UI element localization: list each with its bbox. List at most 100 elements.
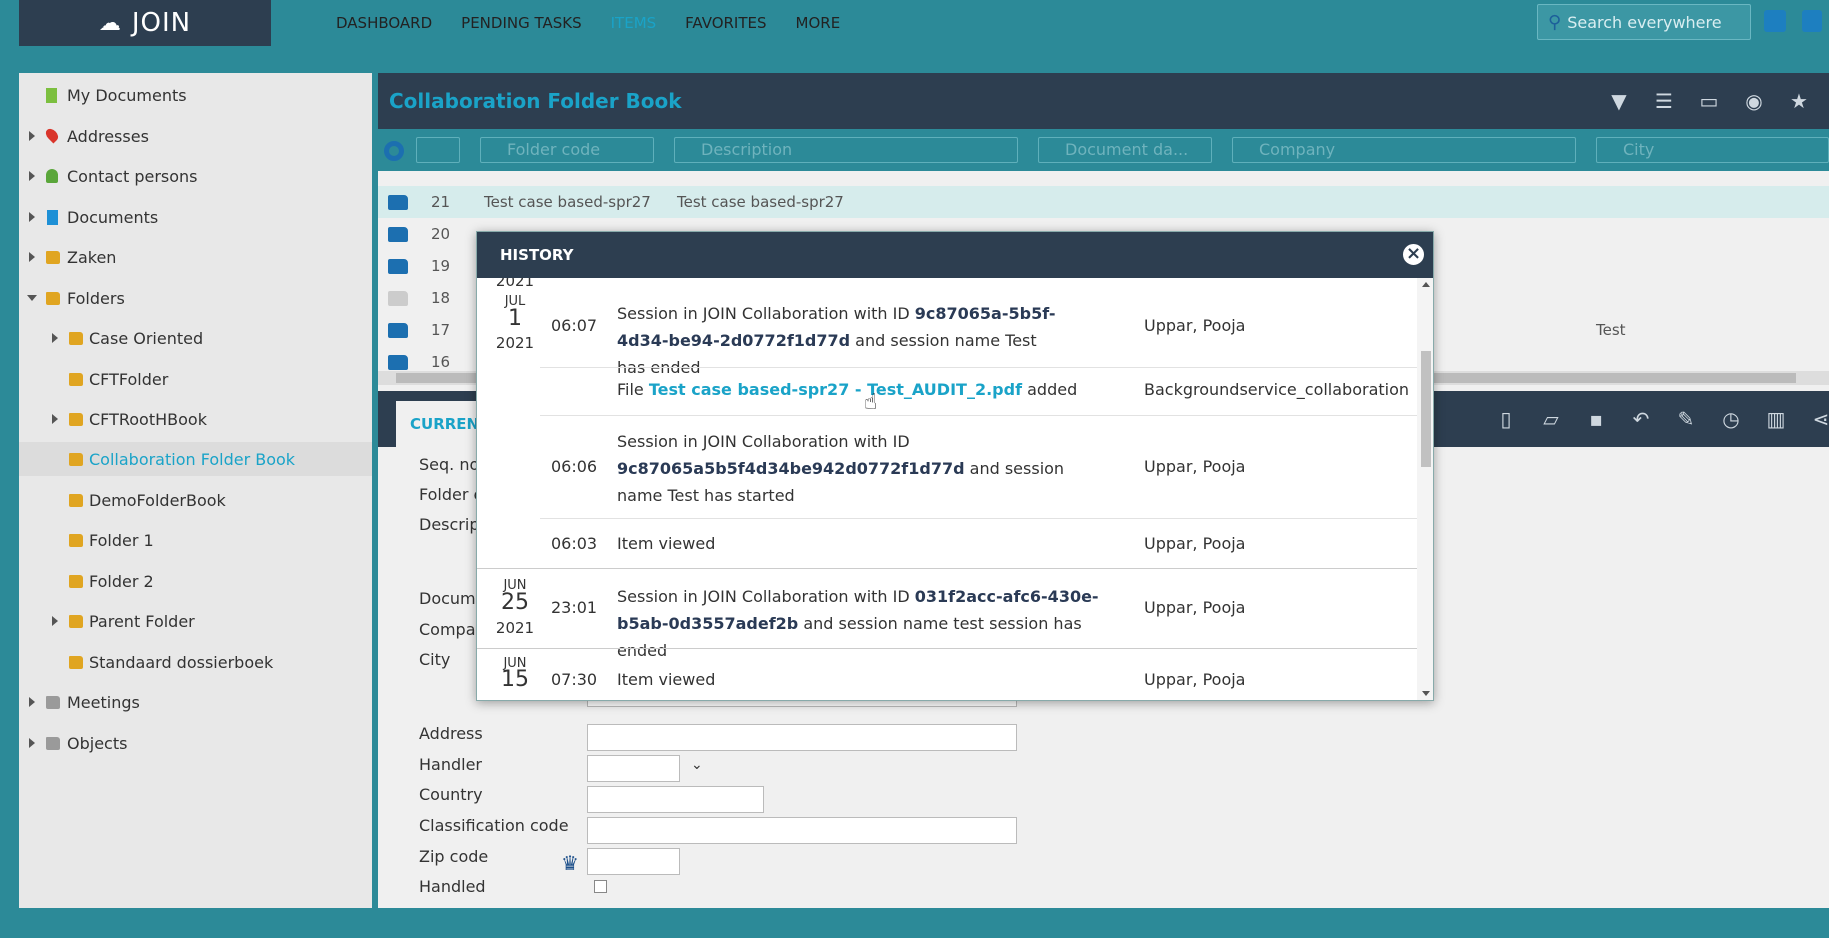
folder-icon bbox=[69, 373, 83, 386]
description-label: Descrip bbox=[419, 515, 480, 534]
main-nav: DASHBOARD PENDING TASKS ITEMS FAVORITES … bbox=[336, 0, 869, 46]
expand-icon[interactable] bbox=[29, 212, 35, 222]
nav-items[interactable]: ITEMS bbox=[611, 14, 657, 32]
document-date-filter[interactable]: Document da... bbox=[1038, 137, 1212, 163]
open-folder-icon[interactable]: ▱ bbox=[1540, 408, 1562, 430]
folder-icon bbox=[388, 259, 408, 274]
folder-code-filter[interactable]: Folder code bbox=[480, 137, 654, 163]
folder-icon bbox=[69, 494, 83, 507]
table-row[interactable]: 21 Test case based-spr27 Test case based… bbox=[378, 186, 1829, 218]
history-icon[interactable]: ◷ bbox=[1720, 408, 1742, 430]
collapse-icon[interactable] bbox=[27, 295, 37, 301]
person-icon bbox=[46, 169, 58, 183]
vertical-scrollbar[interactable] bbox=[1417, 278, 1433, 700]
settings-gear-icon[interactable] bbox=[384, 141, 404, 161]
top-bar: ☁ JOIN DASHBOARD PENDING TASKS ITEMS FAV… bbox=[0, 0, 1829, 46]
chevron-down-icon[interactable]: ⌄ bbox=[691, 757, 703, 773]
sidebar-item-folder-2[interactable]: Folder 2 bbox=[19, 564, 372, 598]
country-input[interactable] bbox=[587, 786, 764, 813]
sidebar-item-label: Objects bbox=[67, 733, 128, 753]
address-input[interactable] bbox=[587, 724, 1017, 751]
scroll-down-icon[interactable] bbox=[1422, 691, 1430, 696]
expand-icon[interactable] bbox=[52, 616, 58, 626]
sidebar-item-cftroothbook[interactable]: CFTRootHBook bbox=[19, 402, 372, 436]
expand-icon[interactable] bbox=[29, 171, 35, 181]
sidebar-item-case-oriented[interactable]: Case Oriented bbox=[19, 321, 372, 355]
expand-icon[interactable] bbox=[52, 414, 58, 424]
description-filter[interactable]: Description bbox=[674, 137, 1018, 163]
nav-dashboard[interactable]: DASHBOARD bbox=[336, 14, 432, 32]
sign-icon[interactable]: ✎ bbox=[1675, 408, 1697, 430]
sidebar-item-objects[interactable]: Objects bbox=[19, 726, 372, 760]
nav-pending-tasks[interactable]: PENDING TASKS bbox=[461, 14, 581, 32]
row-city: Test bbox=[1596, 321, 1626, 339]
entry-user: Uppar, Pooja bbox=[1144, 316, 1246, 335]
entry-text: Session in JOIN Collaboration with ID bbox=[617, 432, 910, 451]
sidebar-item-label: Standaard dossierboek bbox=[89, 652, 274, 672]
file-link[interactable]: Test case based-spr27 - Test_AUDIT_2.pdf bbox=[649, 380, 1022, 399]
folder-icon bbox=[388, 291, 408, 306]
folder-code-label: Folder c bbox=[419, 485, 483, 504]
rss-icon[interactable]: ◉ bbox=[1743, 90, 1765, 112]
search-input[interactable]: ⚲ Search everywhere bbox=[1537, 4, 1751, 40]
sidebar-item-label: DemoFolderBook bbox=[89, 490, 226, 510]
sidebar-item-standaard-dossierboek[interactable]: Standaard dossierboek bbox=[19, 645, 372, 679]
sidebar-item-zaken[interactable]: Zaken bbox=[19, 240, 372, 274]
zip-code-input[interactable] bbox=[587, 848, 680, 875]
sidebar-item-demofolderbook[interactable]: DemoFolderBook bbox=[19, 483, 372, 517]
entry-description: Session in JOIN Collaboration with ID 9c… bbox=[617, 428, 1097, 509]
expand-icon[interactable] bbox=[52, 333, 58, 343]
row-number: 21 bbox=[431, 193, 451, 211]
save-icon[interactable]: ▪ bbox=[1585, 408, 1607, 430]
close-button[interactable]: × bbox=[1401, 242, 1426, 267]
sidebar-item-addresses[interactable]: Addresses bbox=[19, 119, 372, 153]
city-filter[interactable]: City bbox=[1596, 137, 1829, 163]
filter-icon[interactable]: ▼ bbox=[1608, 90, 1630, 112]
company-filter[interactable]: Company bbox=[1232, 137, 1576, 163]
date-year: 2021 bbox=[495, 278, 535, 290]
app-logo[interactable]: ☁ JOIN bbox=[19, 0, 271, 46]
nav-favorites[interactable]: FAVORITES bbox=[685, 14, 766, 32]
scroll-up-icon[interactable] bbox=[1422, 282, 1430, 287]
list-icon[interactable]: ☰ bbox=[1653, 90, 1675, 112]
sidebar-item-contact-persons[interactable]: Contact persons bbox=[19, 159, 372, 193]
sidebar-item-parent-folder[interactable]: Parent Folder bbox=[19, 604, 372, 638]
sidebar-item-meetings[interactable]: Meetings bbox=[19, 685, 372, 719]
sidebar-item-my-documents[interactable]: My Documents bbox=[19, 78, 372, 112]
search-dropdown[interactable] bbox=[416, 137, 460, 163]
sidebar-item-label: Zaken bbox=[67, 247, 117, 267]
expand-icon[interactable] bbox=[29, 738, 35, 748]
dialog-header: HISTORY × bbox=[477, 232, 1433, 278]
delete-icon[interactable]: ▥ bbox=[1765, 408, 1787, 430]
expand-icon[interactable] bbox=[29, 697, 35, 707]
expand-icon[interactable] bbox=[29, 252, 35, 262]
entry-description: Session in JOIN Collaboration with ID 03… bbox=[617, 583, 1127, 664]
row-number: 19 bbox=[431, 257, 451, 275]
sidebar-item-folder-1[interactable]: Folder 1 bbox=[19, 523, 372, 557]
handler-input[interactable] bbox=[587, 755, 680, 782]
share-icon[interactable]: ⋖ bbox=[1810, 408, 1829, 430]
star-icon[interactable]: ★ bbox=[1788, 90, 1810, 112]
chat-icon[interactable] bbox=[1764, 10, 1786, 32]
thumbs-up-icon[interactable] bbox=[1802, 10, 1822, 32]
sidebar-item-cftfolder[interactable]: CFTFolder bbox=[19, 362, 372, 396]
sidebar-item-documents[interactable]: Documents bbox=[19, 200, 372, 234]
classification-code-input[interactable] bbox=[587, 817, 1017, 844]
scrollbar-thumb[interactable] bbox=[1421, 351, 1431, 467]
new-document-icon[interactable]: ▯ bbox=[1495, 408, 1517, 430]
sidebar-item-collaboration-folder-book[interactable]: Collaboration Folder Book bbox=[19, 442, 372, 476]
entry-text: Session in JOIN Collaboration with ID bbox=[617, 587, 915, 606]
folder-icon bbox=[388, 195, 408, 210]
book-icon[interactable]: ▭ bbox=[1698, 90, 1720, 112]
folder-icon bbox=[46, 696, 60, 709]
folder-icon bbox=[388, 355, 408, 370]
seq-no-label: Seq. no bbox=[419, 455, 480, 474]
document-icon bbox=[47, 210, 58, 225]
expand-icon[interactable] bbox=[29, 131, 35, 141]
folder-icon bbox=[69, 332, 83, 345]
nav-more[interactable]: MORE bbox=[796, 14, 841, 32]
entry-text: File bbox=[617, 380, 649, 399]
sidebar-item-folders[interactable]: Folders bbox=[19, 281, 372, 315]
handled-checkbox[interactable] bbox=[594, 880, 607, 893]
undo-icon[interactable]: ↶ bbox=[1630, 408, 1652, 430]
